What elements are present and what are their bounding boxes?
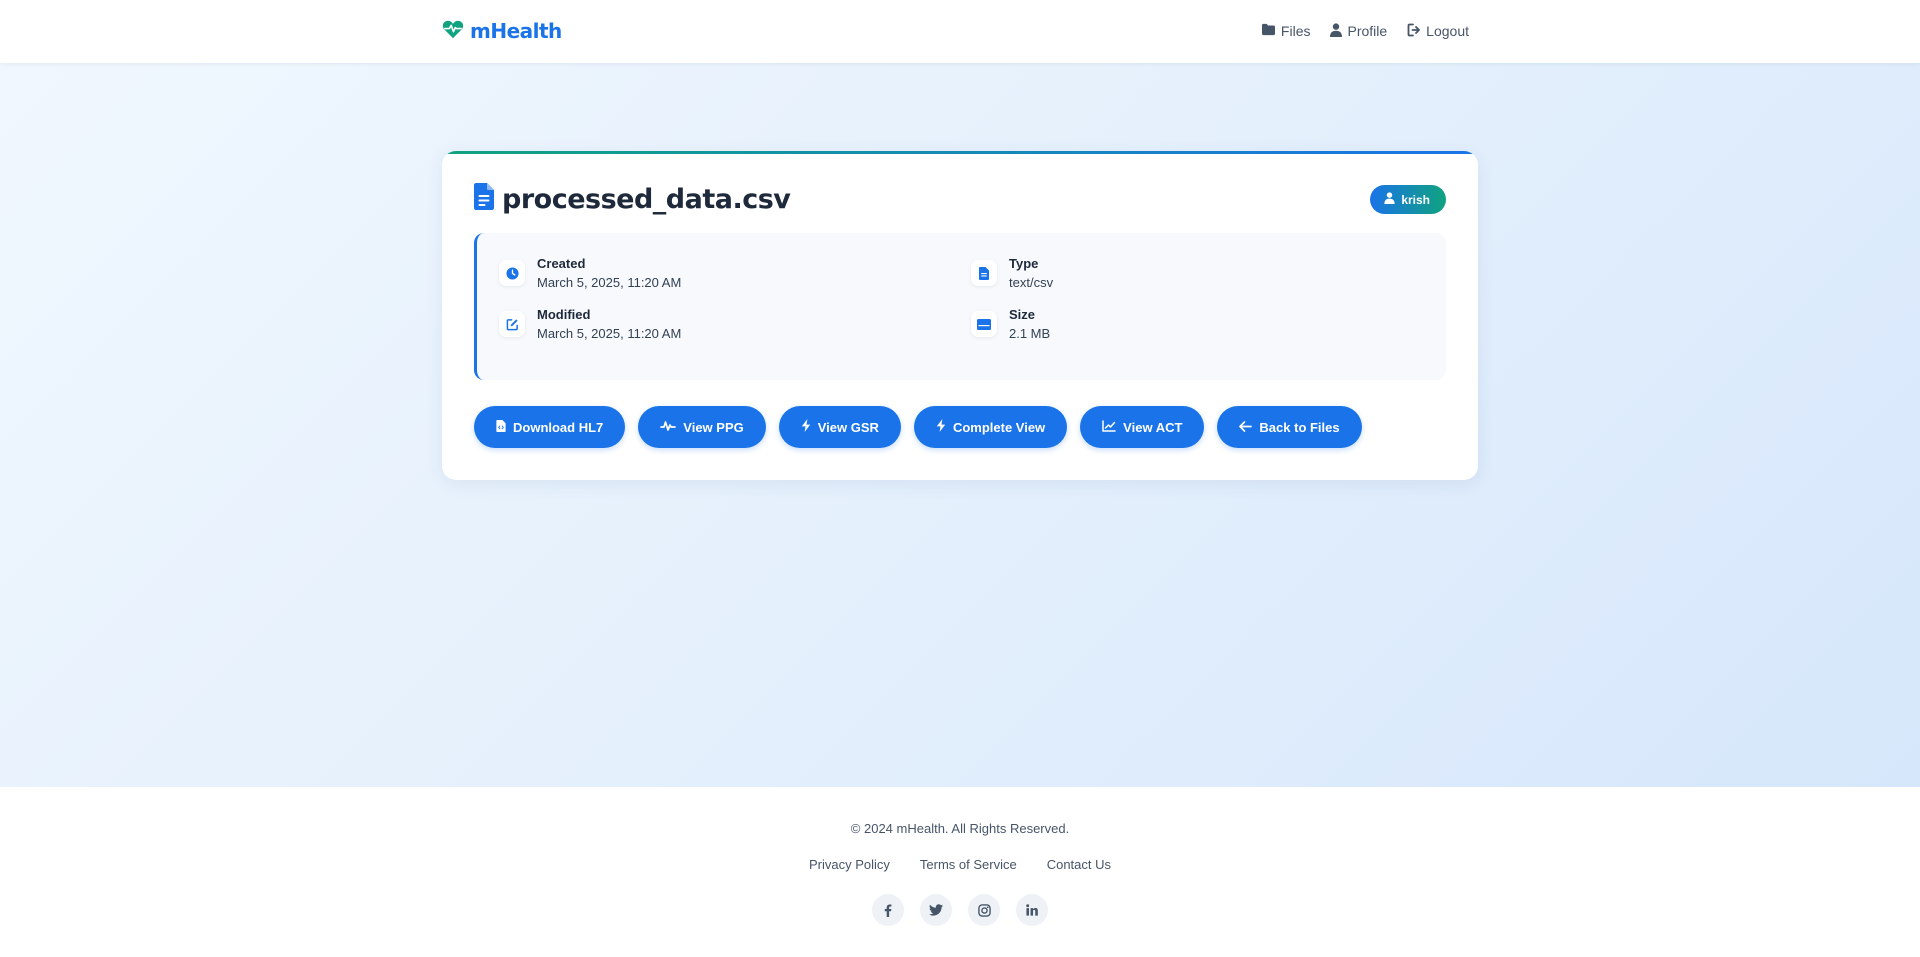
- twitter-icon[interactable]: [920, 894, 952, 926]
- owner-badge: krish: [1370, 185, 1446, 214]
- meta-created: Created March 5, 2025, 11:20 AM: [499, 255, 681, 292]
- footer-link-terms[interactable]: Terms of Service: [920, 857, 1017, 872]
- nav-link-files-label: Files: [1280, 23, 1311, 39]
- view-gsr-label: View GSR: [817, 419, 879, 435]
- complete-view-label: Complete View: [952, 419, 1046, 435]
- hard-drive-icon: [971, 311, 997, 337]
- copyright-text: © 2024 mHealth. All Rights Reserved.: [850, 821, 1070, 836]
- meta-type-label: Type: [1009, 256, 1039, 271]
- page-footer: © 2024 mHealth. All Rights Reserved. Pri…: [0, 787, 1920, 957]
- linkedin-icon[interactable]: [1016, 894, 1048, 926]
- footer-link-privacy[interactable]: Privacy Policy: [809, 857, 890, 872]
- meta-size: Size 2.1 MB: [971, 306, 1050, 343]
- view-ppg-label: View PPG: [683, 419, 744, 435]
- file-actions: Download HL7 View PPG View GSR Complete …: [474, 406, 1362, 448]
- meta-modified-label: Modified: [537, 307, 591, 322]
- nav-link-logout[interactable]: Logout: [1407, 23, 1469, 40]
- nav-links: Files Profile Logout: [1261, 20, 1469, 42]
- download-hl7-button[interactable]: Download HL7: [474, 406, 626, 448]
- nav-link-logout-label: Logout: [1426, 23, 1469, 39]
- complete-view-button[interactable]: Complete View: [913, 406, 1068, 448]
- owner-name: krish: [1401, 192, 1430, 207]
- meta-created-value: March 5, 2025, 11:20 AM: [537, 275, 682, 290]
- file-title: processed_data.csv: [474, 183, 791, 215]
- line-chart-icon: [1102, 419, 1116, 435]
- file-metadata-panel: Created March 5, 2025, 11:20 AM Modified…: [474, 233, 1446, 380]
- brand-logo-link[interactable]: mHealth: [442, 17, 562, 45]
- nav-link-files[interactable]: Files: [1261, 23, 1311, 39]
- bolt-icon: [936, 419, 946, 435]
- file-code-icon: [496, 419, 506, 435]
- main-content: processed_data.csv krish Created March 5…: [0, 63, 1920, 787]
- instagram-icon[interactable]: [968, 894, 1000, 926]
- meta-modified: Modified March 5, 2025, 11:20 AM: [499, 306, 681, 343]
- logout-icon: [1407, 23, 1421, 40]
- meta-created-label: Created: [537, 256, 586, 271]
- meta-modified-value: March 5, 2025, 11:20 AM: [537, 326, 682, 341]
- folder-icon: [1261, 23, 1276, 39]
- back-to-files-button[interactable]: Back to Files: [1217, 406, 1362, 448]
- clock-icon: [499, 260, 525, 286]
- brand-name: mHealth: [470, 19, 562, 43]
- view-gsr-button[interactable]: View GSR: [778, 406, 901, 448]
- view-act-button[interactable]: View ACT: [1080, 406, 1205, 448]
- heartbeat-heart-icon: [442, 19, 464, 44]
- download-hl7-label: Download HL7: [513, 419, 604, 435]
- meta-size-label: Size: [1009, 307, 1036, 322]
- user-icon: [1384, 192, 1395, 207]
- bolt-icon: [801, 419, 811, 435]
- view-act-label: View ACT: [1123, 419, 1183, 435]
- file-name-heading: processed_data.csv: [502, 183, 791, 215]
- waveform-icon: [660, 420, 677, 435]
- meta-type-value: text/csv: [1009, 275, 1054, 290]
- edit-icon: [499, 311, 525, 337]
- footer-link-contact[interactable]: Contact Us: [1047, 857, 1111, 872]
- social-links: [0, 894, 1920, 926]
- file-details-card: processed_data.csv krish Created March 5…: [442, 151, 1478, 480]
- back-to-files-label: Back to Files: [1259, 419, 1340, 435]
- meta-type: Type text/csv: [971, 255, 1053, 292]
- file-document-icon: [474, 183, 494, 215]
- nav-link-profile[interactable]: Profile: [1330, 22, 1388, 40]
- view-ppg-button[interactable]: View PPG: [638, 406, 766, 448]
- facebook-icon[interactable]: [872, 894, 904, 926]
- footer-links: Privacy Policy Terms of Service Contact …: [0, 857, 1920, 872]
- file-icon: [971, 260, 997, 286]
- top-navbar: mHealth Files Profile Logout: [0, 0, 1920, 63]
- nav-link-profile-label: Profile: [1347, 23, 1388, 39]
- meta-size-value: 2.1 MB: [1009, 326, 1051, 341]
- arrow-left-icon: [1239, 420, 1253, 435]
- user-icon: [1330, 22, 1343, 40]
- card-accent-bar: [442, 151, 1478, 154]
